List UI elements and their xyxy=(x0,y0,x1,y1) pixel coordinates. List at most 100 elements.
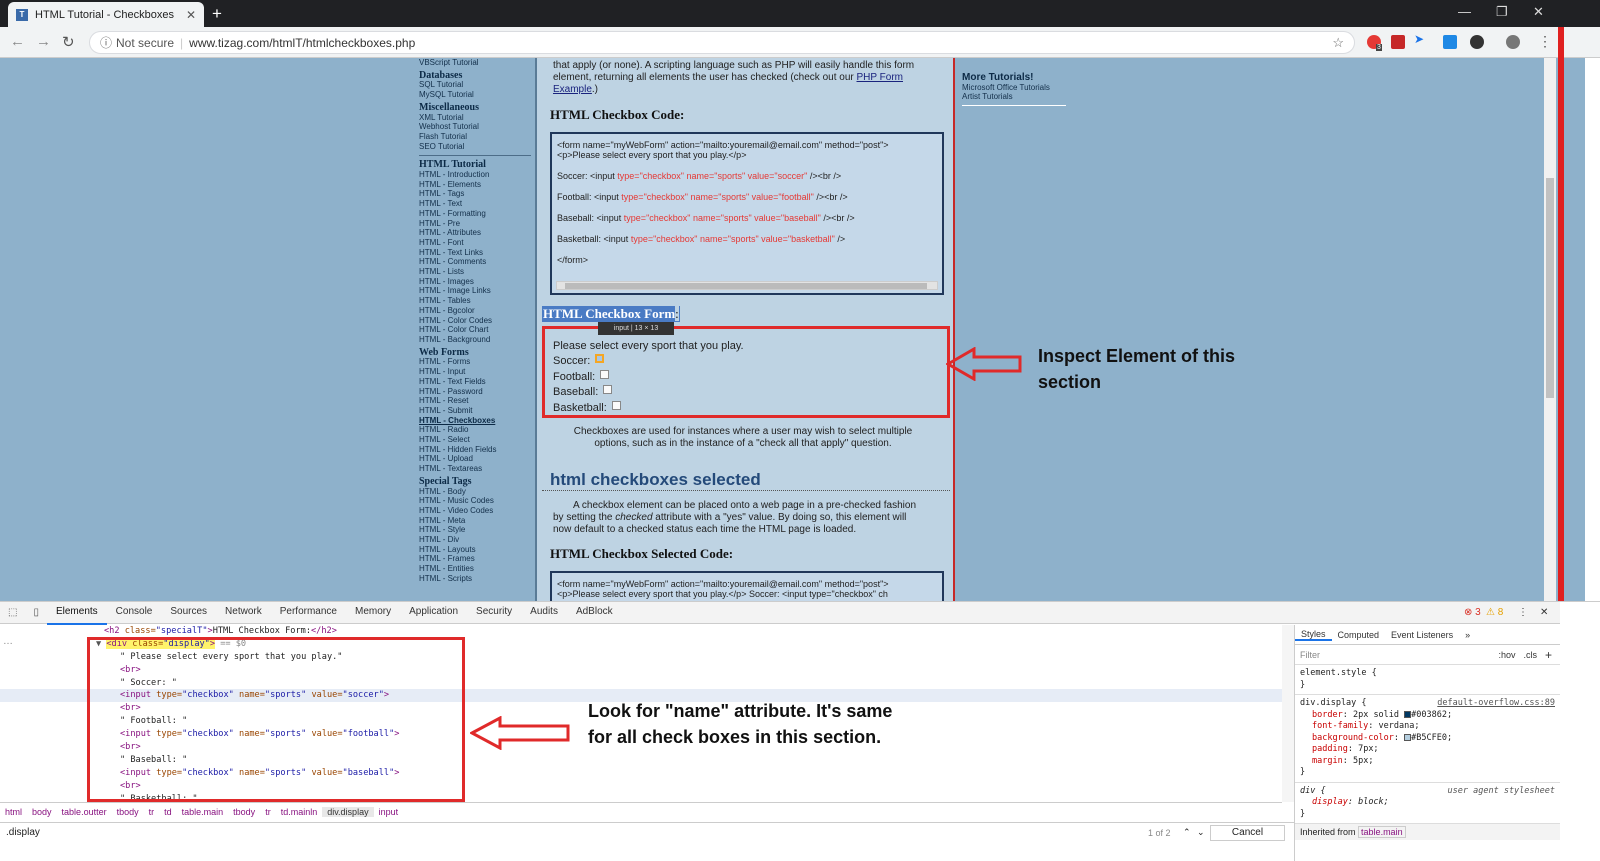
address-bar[interactable]: ⓘ Not secure | www.tizag.com/htmlT/htmlc… xyxy=(89,31,1355,54)
sidebar-item[interactable]: HTML - Textareas xyxy=(419,464,531,474)
tutorial-link[interactable]: Artist Tutorials xyxy=(962,92,1066,101)
breadcrumb-item[interactable]: tbody xyxy=(228,807,260,817)
devtools-close-icon[interactable]: ✕ xyxy=(1540,607,1548,618)
css-prop[interactable]: padding xyxy=(1312,744,1348,754)
sidebar-item[interactable]: HTML - Introduction xyxy=(419,170,531,180)
sidebar-item[interactable]: HTML - Color Codes xyxy=(419,316,531,326)
css-val[interactable]: #B5CFE0; xyxy=(1411,733,1452,743)
restore-icon[interactable]: ❐ xyxy=(1496,4,1508,20)
sidebar-item[interactable]: HTML - Tags xyxy=(419,189,531,199)
css-prop[interactable]: background-color xyxy=(1312,733,1394,743)
reload-icon[interactable]: ↻ xyxy=(62,33,75,51)
sidebar-item[interactable]: HTML - Radio xyxy=(419,425,531,435)
devtools-tab-memory[interactable]: Memory xyxy=(346,601,400,625)
breadcrumb-item[interactable]: body xyxy=(27,807,57,817)
devtools-tab-console[interactable]: Console xyxy=(107,601,162,625)
tutorial-link[interactable]: Microsoft Office Tutorials xyxy=(962,83,1066,92)
close-window-icon[interactable]: ✕ xyxy=(1533,4,1544,20)
devtools-tab-security[interactable]: Security xyxy=(467,601,521,625)
inherited-link[interactable]: table.main xyxy=(1358,826,1406,838)
breadcrumb-item[interactable]: tr xyxy=(260,807,276,817)
basketball-checkbox[interactable] xyxy=(611,400,621,410)
browser-tab[interactable]: T HTML Tutorial - Checkboxes ✕ xyxy=(8,2,204,27)
sidebar-item[interactable]: HTML - Text Fields xyxy=(419,377,531,387)
forward-icon[interactable]: → xyxy=(36,33,51,50)
sidebar-item[interactable]: HTML - Color Chart xyxy=(419,325,531,335)
devtools-tab-audits[interactable]: Audits xyxy=(521,601,567,625)
css-prop[interactable]: border xyxy=(1312,710,1343,720)
sidebar-item[interactable]: HTML - Upload xyxy=(419,454,531,464)
sidebar-item[interactable]: HTML - Text xyxy=(419,199,531,209)
css-val[interactable]: verdana; xyxy=(1379,721,1420,731)
minimize-icon[interactable]: — xyxy=(1458,4,1471,19)
sidebar-item[interactable]: HTML - Pre xyxy=(419,219,531,229)
sidebar-item[interactable]: HTML - Tables xyxy=(419,296,531,306)
sidebar-item[interactable]: HTML - Submit xyxy=(419,406,531,416)
sidebar-link[interactable]: VBScript Tutorial xyxy=(419,58,531,68)
css-val[interactable]: 5px; xyxy=(1353,756,1373,766)
warning-count[interactable]: ⚠ 8 xyxy=(1486,607,1503,618)
url-text[interactable]: www.tizag.com/htmlT/htmlcheckboxes.php xyxy=(189,36,415,50)
baseball-checkbox[interactable] xyxy=(603,385,613,395)
dom-scrollbar[interactable] xyxy=(1282,625,1294,802)
sidebar-item[interactable]: Webhost Tutorial xyxy=(419,122,531,132)
extension-arrow-icon[interactable]: ➤ xyxy=(1414,32,1428,46)
sidebar-item[interactable]: MySQL Tutorial xyxy=(419,90,531,100)
sidebar-item[interactable]: SEO Tutorial xyxy=(419,142,531,152)
filter-input[interactable]: Filter xyxy=(1300,650,1320,660)
bookmark-star-icon[interactable]: ☆ xyxy=(1332,35,1344,51)
example-link[interactable]: Example xyxy=(553,84,592,95)
sidebar-item[interactable]: HTML - Hidden Fields xyxy=(419,445,531,455)
tab-computed[interactable]: Computed xyxy=(1332,630,1386,640)
sidebar-item[interactable]: HTML - Image Links xyxy=(419,286,531,296)
css-val[interactable]: #003862; xyxy=(1411,710,1452,720)
sidebar-item[interactable]: HTML - Div xyxy=(419,535,531,545)
php-form-link[interactable]: PHP Form xyxy=(857,72,904,83)
sidebar-item[interactable]: HTML - Attributes xyxy=(419,228,531,238)
sidebar-item[interactable]: HTML - Comments xyxy=(419,257,531,267)
css-val[interactable]: 7px; xyxy=(1358,744,1378,754)
close-tab-icon[interactable]: ✕ xyxy=(186,8,196,22)
sidebar-item[interactable]: HTML - Elements xyxy=(419,180,531,190)
css-prop[interactable]: display xyxy=(1312,797,1348,807)
sidebar-item[interactable]: HTML - Forms xyxy=(419,357,531,367)
sidebar-item[interactable]: HTML - Music Codes xyxy=(419,496,531,506)
cancel-button[interactable]: Cancel xyxy=(1210,824,1285,841)
breadcrumb-item[interactable]: table.main xyxy=(177,807,229,817)
breadcrumb-item[interactable]: table.outter xyxy=(57,807,112,817)
devtools-tab-performance[interactable]: Performance xyxy=(271,601,346,625)
breadcrumb-item[interactable]: html xyxy=(0,807,27,817)
back-icon[interactable]: ← xyxy=(10,33,25,50)
sidebar-item[interactable]: HTML - Checkboxes xyxy=(419,416,531,426)
sidebar-item[interactable]: HTML - Entities xyxy=(419,564,531,574)
code-scrollbar[interactable] xyxy=(556,281,938,290)
sidebar-item[interactable]: HTML - Frames xyxy=(419,554,531,564)
sidebar-item[interactable]: HTML - Input xyxy=(419,367,531,377)
extension-dark-icon[interactable] xyxy=(1470,35,1484,49)
sidebar-item[interactable]: XML Tutorial xyxy=(419,113,531,123)
more-tabs-icon[interactable]: » xyxy=(1459,630,1476,640)
rule-source-link[interactable]: default-overflow.css:89 xyxy=(1437,698,1555,710)
menu-kebab-icon[interactable]: ⋮ xyxy=(1538,33,1552,50)
cls-toggle[interactable]: .cls xyxy=(1523,650,1537,660)
devtools-tab-application[interactable]: Application xyxy=(400,601,467,625)
breadcrumb-item[interactable]: tr xyxy=(144,807,160,817)
tab-styles[interactable]: Styles xyxy=(1295,629,1332,641)
new-tab-icon[interactable]: + xyxy=(212,4,222,24)
sidebar-item[interactable]: HTML - Select xyxy=(419,435,531,445)
search-prev-icon[interactable]: ⌃ xyxy=(1183,827,1191,838)
sidebar-item[interactable]: HTML - Background xyxy=(419,335,531,345)
devtools-tab-sources[interactable]: Sources xyxy=(161,601,216,625)
page-scrollbar[interactable] xyxy=(1544,58,1556,601)
sidebar-item[interactable]: HTML - Meta xyxy=(419,516,531,526)
sidebar-item[interactable]: HTML - Body xyxy=(419,487,531,497)
device-toggle-icon[interactable]: ▯ xyxy=(25,607,47,618)
dom-node[interactable]: <h2 class="specialT">HTML Checkbox Form:… xyxy=(0,625,1282,638)
sidebar-item[interactable]: HTML - Images xyxy=(419,277,531,287)
sidebar-item[interactable]: HTML - Font xyxy=(419,238,531,248)
breadcrumb-item[interactable]: td.mainln xyxy=(276,807,323,817)
extension-red-icon[interactable] xyxy=(1391,35,1405,49)
devtools-menu-icon[interactable]: ⋮ xyxy=(1518,607,1528,618)
sidebar-item[interactable]: HTML - Text Links xyxy=(419,248,531,258)
breadcrumb-item[interactable]: input xyxy=(374,807,404,817)
